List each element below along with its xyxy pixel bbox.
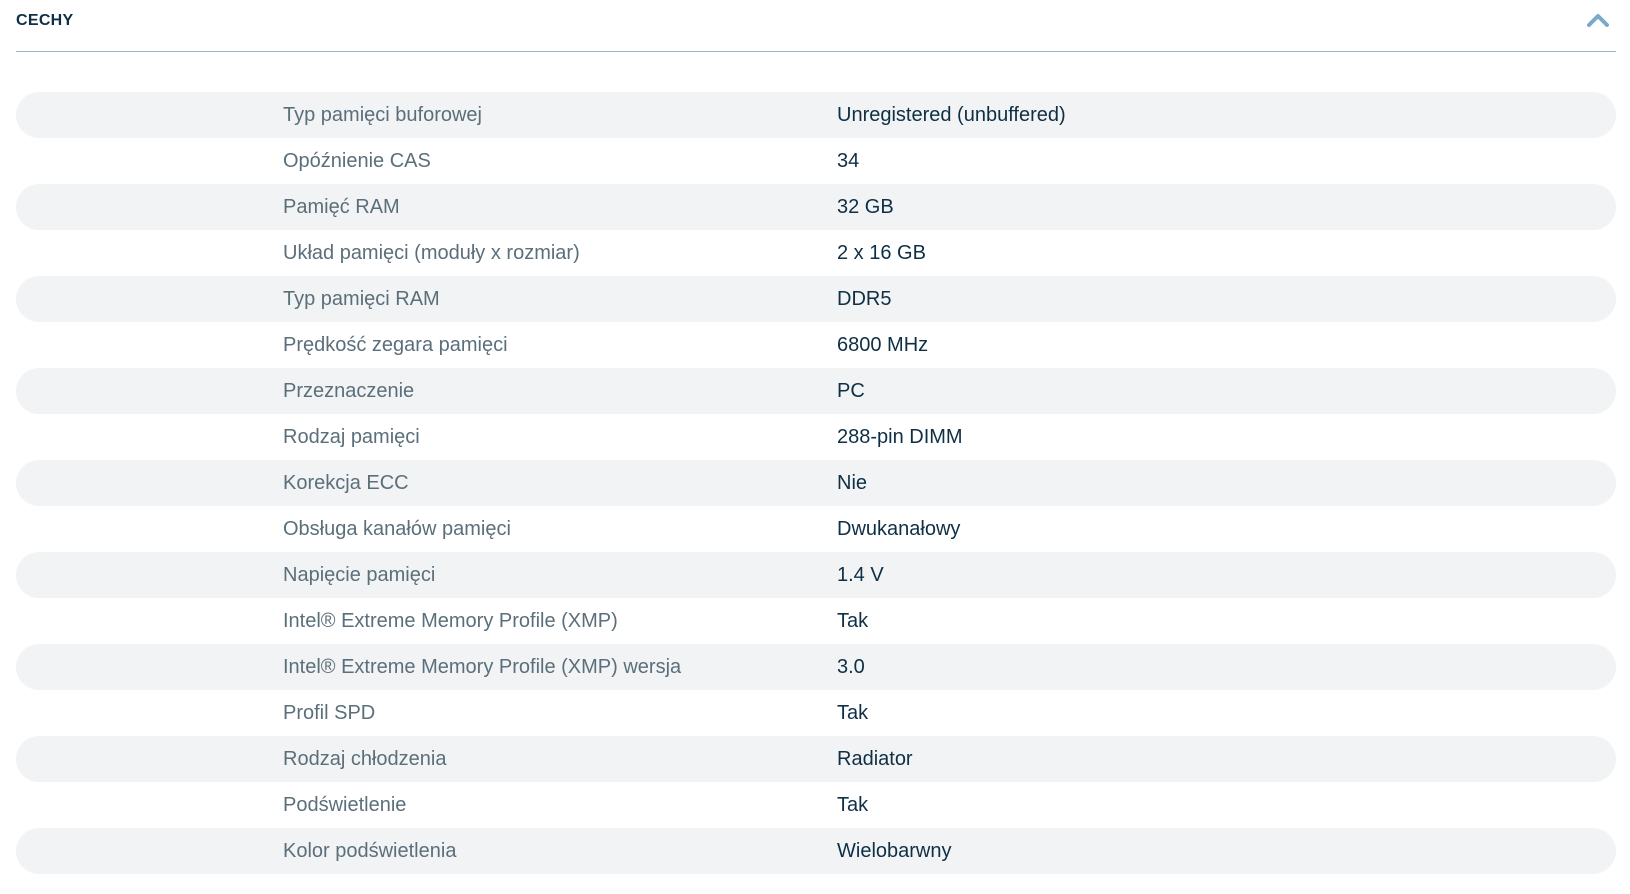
spec-label: Układ pamięci (moduły x rozmiar) [283, 241, 580, 264]
spec-label: Rodzaj pamięci [283, 425, 420, 448]
spec-value: 34 [837, 149, 860, 172]
spec-value: 1.4 V [837, 563, 884, 586]
spec-row: Pamięć RAM 32 GB [16, 184, 1616, 230]
spec-label: Typ pamięci RAM [283, 287, 440, 310]
section-header-toggle[interactable]: CECHY [16, 0, 1616, 52]
spec-row: Przeznaczenie PC [16, 368, 1616, 414]
spec-label: Intel® Extreme Memory Profile (XMP) [283, 609, 618, 632]
spec-row: Obsługa kanałów pamięci Dwukanałowy [16, 506, 1616, 552]
spec-label: Intel® Extreme Memory Profile (XMP) wers… [283, 655, 682, 678]
spec-label: Kolor podświetlenia [283, 839, 457, 862]
spec-row: Układ pamięci (moduły x rozmiar) 2 x 16 … [16, 230, 1616, 276]
spec-row: Intel® Extreme Memory Profile (XMP) Tak [16, 598, 1616, 644]
spec-value: 288-pin DIMM [837, 425, 963, 448]
spec-label: Rodzaj chłodzenia [283, 747, 447, 770]
spec-value: Tak [837, 609, 869, 632]
spec-row: Typ pamięci RAM DDR5 [16, 276, 1616, 322]
spec-row: Podświetlenie Tak [16, 782, 1616, 828]
spec-value: Wielobarwny [837, 839, 952, 862]
spec-row: Prędkość zegara pamięci 6800 MHz [16, 322, 1616, 368]
spec-row: Kolor podświetlenia Wielobarwny [16, 828, 1616, 874]
spec-value: Nie [837, 471, 868, 494]
spec-row: Korekcja ECC Nie [16, 460, 1616, 506]
spec-value: PC [837, 379, 865, 402]
section-title: CECHY [16, 11, 74, 29]
spec-value: Radiator [837, 747, 913, 770]
spec-label: Profil SPD [283, 701, 376, 724]
spec-row: Typ pamięci buforowej Unregistered (unbu… [16, 92, 1616, 138]
spec-row: Opóźnienie CAS 34 [16, 138, 1616, 184]
spec-value: Unregistered (unbuffered) [837, 103, 1066, 126]
spec-label: Prędkość zegara pamięci [283, 333, 508, 356]
spec-label: Korekcja ECC [283, 471, 409, 494]
spec-row: Napięcie pamięci 1.4 V [16, 552, 1616, 598]
spec-label: Typ pamięci buforowej [283, 103, 482, 126]
spec-table: Typ pamięci buforowej Unregistered (unbu… [16, 92, 1616, 874]
spec-value: 32 GB [837, 195, 894, 218]
spec-value: 6800 MHz [837, 333, 929, 356]
spec-label: Pamięć RAM [283, 195, 400, 218]
spec-value: Tak [837, 793, 869, 816]
spec-row: Profil SPD Tak [16, 690, 1616, 736]
spec-label: Obsługa kanałów pamięci [283, 517, 511, 540]
spec-label: Opóźnienie CAS [283, 149, 431, 172]
spec-label: Napięcie pamięci [283, 563, 436, 586]
spec-value: 2 x 16 GB [837, 241, 926, 264]
spec-row: Intel® Extreme Memory Profile (XMP) wers… [16, 644, 1616, 690]
spec-value: Tak [837, 701, 869, 724]
spec-value: 3.0 [837, 655, 865, 678]
spec-row: Rodzaj pamięci 288-pin DIMM [16, 414, 1616, 460]
spec-value: Dwukanałowy [837, 517, 961, 540]
spec-row: Rodzaj chłodzenia Radiator [16, 736, 1616, 782]
spec-label: Podświetlenie [283, 793, 407, 816]
chevron-up-icon[interactable] [1586, 8, 1610, 32]
features-section: CECHY Typ pamięci buforowej Unregistered… [16, 0, 1616, 874]
spec-value: DDR5 [837, 287, 892, 310]
spec-label: Przeznaczenie [283, 379, 415, 402]
